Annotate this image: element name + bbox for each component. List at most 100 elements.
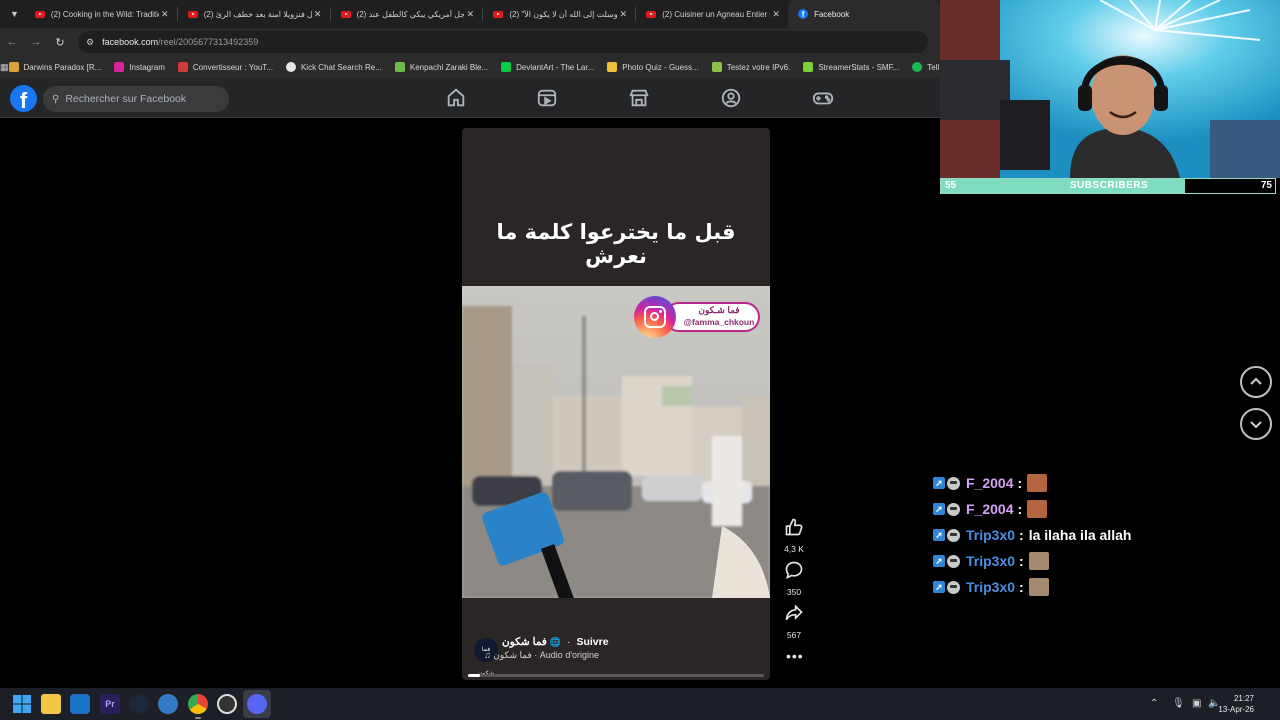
bookmark-item[interactable]: Kenpachi Zaraki Ble... bbox=[394, 62, 489, 72]
gaming-icon[interactable] bbox=[812, 87, 834, 109]
tab-title: (2) Cooking in the Wild: Traditio bbox=[50, 9, 159, 19]
groups-icon[interactable] bbox=[720, 87, 742, 109]
chat-message: ➚ Trip3x0 : bbox=[933, 574, 1273, 600]
network-icon[interactable]: ▣ bbox=[1192, 698, 1201, 709]
video-icon[interactable] bbox=[536, 87, 558, 109]
kick-badge-icon: ➚ bbox=[933, 503, 945, 515]
bookmark-favicon-icon bbox=[803, 62, 814, 72]
chat-colon: : bbox=[1019, 527, 1024, 543]
facebook-search-input[interactable]: ⚲ Rechercher sur Facebook bbox=[43, 86, 229, 112]
music-note-icon: ♫ bbox=[484, 650, 491, 660]
home-icon[interactable] bbox=[445, 87, 467, 109]
discord-icon[interactable] bbox=[247, 694, 267, 714]
page-name-row: فما شكون 🌐 · Suivre bbox=[502, 636, 609, 648]
apps-grid-icon[interactable]: ▦ bbox=[0, 62, 9, 73]
bookmark-favicon-icon bbox=[711, 62, 722, 72]
steam-icon[interactable] bbox=[129, 694, 149, 714]
like-button[interactable]: 4,3 K bbox=[780, 517, 808, 554]
bookmark-item[interactable]: StreamerStats - SMF... bbox=[803, 62, 899, 72]
bookmark-favicon-icon bbox=[177, 62, 188, 72]
browser-tab-bar: ▼ (2) Cooking in the Wild: Traditio ✕ (2… bbox=[0, 0, 940, 28]
chat-username: F_2004 bbox=[966, 501, 1014, 517]
system-clock[interactable]: 21:27 13-Apr-26 bbox=[1218, 693, 1254, 715]
reel-player[interactable]: قبل ما يخترعوا كلمة ما نعرش فما شـكون @f… bbox=[462, 128, 770, 680]
outlook-icon[interactable] bbox=[70, 694, 90, 714]
kick-badge-icon: ➚ bbox=[933, 555, 945, 567]
bookmark-item[interactable]: Kick Chat Search Re... bbox=[285, 62, 382, 72]
facebook-logo-icon[interactable]: f bbox=[10, 85, 37, 112]
search-placeholder: Rechercher sur Facebook bbox=[65, 93, 187, 105]
file-explorer-icon[interactable] bbox=[41, 694, 61, 714]
running-indicator bbox=[195, 717, 201, 719]
bookmark-label: Tell It bbox=[927, 62, 940, 72]
chrome-icon[interactable] bbox=[188, 694, 208, 714]
subscriber-goal-bar: 55 SUBSCRIBERS 75 bbox=[940, 178, 1276, 194]
tray-chevron-up-icon[interactable]: ⌃ bbox=[1150, 698, 1158, 709]
app-icon[interactable] bbox=[158, 694, 178, 714]
close-tab-icon[interactable]: ✕ bbox=[770, 9, 782, 20]
windows-start-icon[interactable] bbox=[12, 694, 32, 714]
url-host: facebook.com bbox=[102, 37, 159, 47]
chat-colon: : bbox=[1017, 501, 1023, 517]
url-input[interactable]: ⚙ facebook.com/reel/2005677313492359 bbox=[78, 31, 928, 53]
chat-message: ➚ Trip3x0 : bbox=[933, 548, 1273, 574]
chat-message: ➚ F_2004 : bbox=[933, 470, 1273, 496]
watermark-name: فما شـكون bbox=[698, 305, 740, 315]
video-progress-bar[interactable] bbox=[468, 674, 764, 677]
browser-tab[interactable]: (2) هل فنزويلا آمنة بعد خطف الرئ ✕ bbox=[178, 0, 330, 28]
thumbs-up-icon bbox=[785, 518, 803, 536]
instagram-logo-icon bbox=[634, 296, 676, 338]
more-options-icon[interactable]: ••• bbox=[786, 648, 804, 664]
instagram-watermark-label: فما شـكون @famma_chkoun bbox=[664, 302, 760, 332]
browser-tab-active[interactable]: f Facebook bbox=[788, 0, 940, 28]
next-reel-button[interactable] bbox=[1240, 408, 1272, 440]
chat-username: Trip3x0 bbox=[966, 553, 1016, 569]
marketplace-icon[interactable] bbox=[628, 87, 650, 109]
forward-arrow-icon[interactable]: → bbox=[24, 36, 48, 48]
reload-icon[interactable]: ↻ bbox=[48, 36, 72, 49]
comment-button[interactable]: 350 bbox=[780, 560, 808, 597]
kick-badge-icon: ➚ bbox=[933, 477, 945, 489]
youtube-icon bbox=[340, 10, 351, 18]
bookmark-label: Kenpachi Zaraki Ble... bbox=[409, 62, 489, 72]
close-tab-icon[interactable]: ✕ bbox=[312, 9, 324, 20]
close-tab-icon[interactable]: ✕ bbox=[617, 9, 629, 20]
follow-button[interactable]: Suivre bbox=[576, 636, 608, 648]
bookmark-item[interactable]: DeviantArt - The Lar... bbox=[501, 62, 594, 72]
chat-username: Trip3x0 bbox=[966, 527, 1016, 543]
bookmark-label: Instagram bbox=[129, 62, 165, 72]
browser-tab[interactable]: (2) رجل أمريكي يبكي كالطفل عند ✕ bbox=[331, 0, 483, 28]
bookmark-label: Photo Quiz - Guess... bbox=[622, 62, 699, 72]
chat-message: ➚ F_2004 : bbox=[933, 496, 1273, 522]
audio-info[interactable]: ♫ فما شكون · Audio d'origine bbox=[484, 650, 599, 661]
microphone-icon[interactable]: 🎙 bbox=[1172, 698, 1185, 709]
tab-title: (2) هل فنزويلا آمنة بعد خطف الرئ bbox=[203, 9, 312, 19]
address-bar: ← → ↻ ⚙ facebook.com/reel/20056773134923… bbox=[0, 28, 940, 56]
close-tab-icon[interactable]: ✕ bbox=[464, 9, 476, 20]
bookmark-favicon-icon bbox=[285, 62, 296, 72]
premiere-pro-icon[interactable]: Pr bbox=[100, 694, 120, 714]
bookmark-item[interactable]: Darwins Paradox [R... bbox=[8, 62, 101, 72]
close-tab-icon[interactable]: ✕ bbox=[159, 9, 171, 20]
bookmark-item[interactable]: Convertisseur : YouT... bbox=[177, 62, 273, 72]
share-count: 567 bbox=[786, 630, 802, 640]
bookmark-item[interactable]: Photo Quiz - Guess... bbox=[607, 62, 699, 72]
browser-tab[interactable]: (2) Cooking in the Wild: Traditio ✕ bbox=[25, 0, 177, 28]
bookmark-item[interactable]: Tell It bbox=[912, 62, 940, 72]
screen: ▼ (2) Cooking in the Wild: Traditio ✕ (2… bbox=[0, 0, 1280, 720]
share-button[interactable]: 567 bbox=[780, 603, 808, 640]
reel-footer: فما شكون فما شكون 🌐 · Suivre ♫ فما شكون … bbox=[472, 636, 762, 677]
bookmark-label: DeviantArt - The Lar... bbox=[516, 62, 595, 72]
bookmark-item[interactable]: Instagram bbox=[114, 62, 165, 72]
bookmark-item[interactable]: Testez votre IPv6. bbox=[711, 62, 790, 72]
page-name-link[interactable]: فما شكون bbox=[502, 636, 547, 648]
site-info-icon[interactable]: ⚙ bbox=[86, 37, 94, 48]
browser-tab[interactable]: (2) "توسلت إلى الله أن لا يكون الأ ✕ bbox=[483, 0, 635, 28]
previous-reel-button[interactable] bbox=[1240, 366, 1272, 398]
browser-tab[interactable]: (2) Cuisiner un Agneau Entier su ✕ bbox=[636, 0, 788, 28]
obs-icon[interactable] bbox=[217, 694, 237, 714]
webcam-overlay bbox=[940, 0, 1280, 178]
tab-search-chevron-icon[interactable]: ▼ bbox=[4, 4, 25, 24]
back-arrow-icon[interactable]: ← bbox=[0, 36, 24, 48]
reel-video-frame[interactable]: فما شـكون @famma_chkoun bbox=[462, 286, 770, 598]
